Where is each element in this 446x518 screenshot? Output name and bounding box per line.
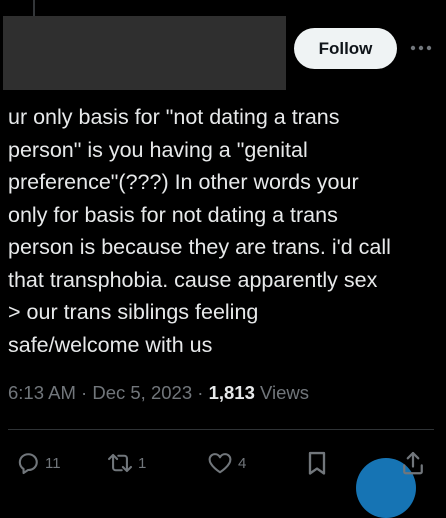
follow-button[interactable]: Follow: [294, 28, 397, 69]
views-label: Views: [254, 382, 310, 403]
meta-separator: ·: [75, 382, 93, 403]
tweet-time[interactable]: 6:13 AM: [8, 382, 76, 403]
tweet-date[interactable]: Dec 5, 2023: [92, 382, 192, 403]
tweet-metadata: 6:13 AM · Dec 5, 2023 · 1,813 Views: [8, 382, 309, 404]
reply-count: 11: [45, 454, 61, 472]
share-icon: [403, 451, 423, 475]
meta-separator: ·: [192, 382, 209, 403]
repost-count: 1: [138, 454, 147, 472]
more-horizontal-icon: [410, 45, 432, 51]
bookmark-icon: [308, 451, 326, 475]
tweet-text: ur only basis for "not dating a trans pe…: [8, 105, 391, 357]
thread-connector-line: [33, 0, 35, 16]
share-button[interactable]: [400, 449, 426, 482]
views-count: 1,813: [208, 382, 255, 403]
repost-icon: [108, 453, 132, 473]
like-count: 4: [238, 454, 247, 472]
repost-button[interactable]: 1: [105, 449, 146, 477]
redacted-author-header: [3, 16, 286, 90]
reply-icon: [18, 453, 38, 475]
more-options-button[interactable]: [408, 37, 434, 59]
bookmark-button[interactable]: [304, 449, 330, 477]
follow-button-label: Follow: [318, 38, 373, 58]
reply-button[interactable]: 11: [14, 449, 61, 477]
actions-divider: [8, 429, 434, 430]
like-button[interactable]: 4: [205, 449, 246, 477]
heart-icon: [208, 453, 232, 474]
